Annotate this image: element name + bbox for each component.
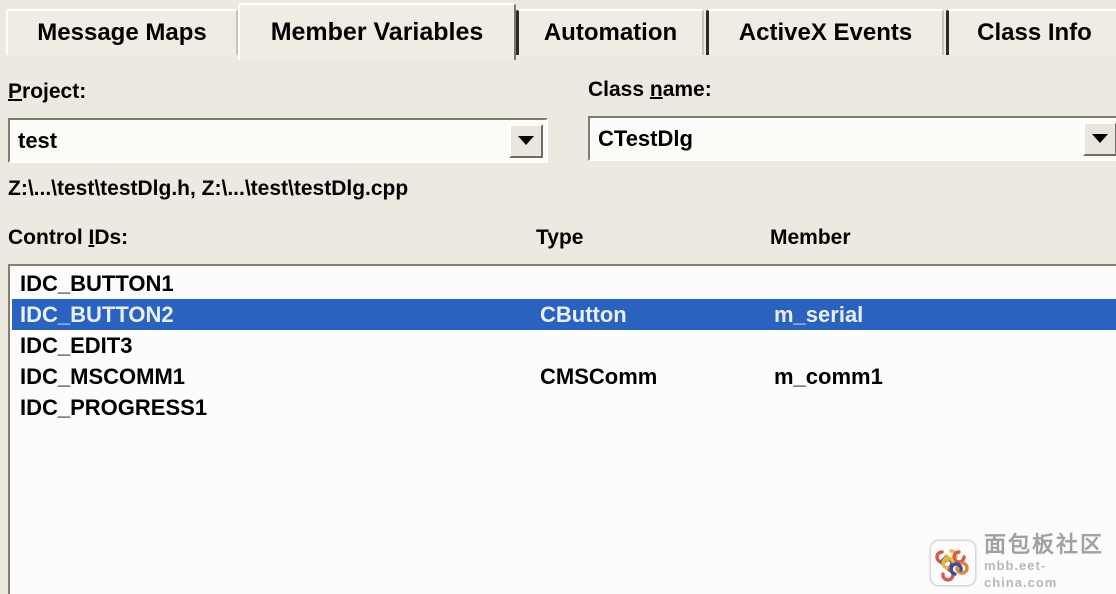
table-row[interactable]: IDC_PROGRESS1 <box>12 392 1116 423</box>
column-header-control-ids: Control IDs: <box>8 226 128 250</box>
cell-control-id: IDC_BUTTON1 <box>20 270 174 296</box>
tab-automation-label: Automation <box>543 19 678 46</box>
tab-strip-baseline <box>0 55 1116 57</box>
class-name-label: Class name: <box>588 78 712 102</box>
cell-control-id: IDC_BUTTON2 <box>20 301 174 327</box>
class-name-label-accelerator: n <box>649 78 663 101</box>
project-combobox-value: test <box>18 127 58 153</box>
tab-class-info[interactable]: Class Info <box>946 9 1116 55</box>
project-combobox[interactable]: test <box>8 118 548 163</box>
tab-automation[interactable]: Automation <box>516 9 704 55</box>
project-label-accelerator: P <box>8 80 23 103</box>
column-header-member: Member <box>770 226 851 249</box>
column-header-type: Type <box>536 226 584 249</box>
cell-member: m_serial <box>774 301 864 327</box>
cell-control-id: IDC_PROGRESS1 <box>20 394 208 420</box>
cell-control-id: IDC_MSCOMM1 <box>20 363 186 389</box>
tab-message-maps[interactable]: Message Maps <box>6 9 238 55</box>
chevron-down-icon <box>1092 134 1108 143</box>
source-file-paths: Z:\...\test\testDlg.h, Z:\...\test\testD… <box>8 177 409 200</box>
cell-control-id: IDC_EDIT3 <box>20 332 133 358</box>
cell-member: m_comm1 <box>774 363 883 389</box>
chevron-down-icon <box>518 136 534 145</box>
tab-activex-events[interactable]: ActiveX Events <box>706 9 944 55</box>
cell-type: CButton <box>540 301 627 327</box>
class-name-label-rest: ame: <box>662 78 712 101</box>
table-row[interactable]: IDC_BUTTON2 CButton m_serial <box>12 299 1116 330</box>
cell-type: CMSComm <box>540 363 658 389</box>
tab-activex-events-label: ActiveX Events <box>738 19 913 46</box>
project-label-rest: roject: <box>22 80 87 103</box>
control-ids-listbox[interactable]: IDC_BUTTON1 IDC_BUTTON2 CButton m_serial IDC… <box>8 264 1116 594</box>
project-combobox-dropdown-button[interactable] <box>509 123 543 158</box>
table-row[interactable]: IDC_BUTTON1 <box>12 268 1116 299</box>
tab-member-variables[interactable]: Member Variables <box>238 3 516 60</box>
control-ids-listbox-inner: IDC_BUTTON1 IDC_BUTTON2 CButton m_serial IDC… <box>12 268 1116 594</box>
classwizard-dialog: Message Maps Member Variables Automation… <box>0 0 1116 594</box>
project-label: Project: <box>8 80 86 104</box>
tab-member-variables-label: Member Variables <box>270 18 484 46</box>
tab-strip: Message Maps Member Variables Automation… <box>0 0 1116 60</box>
class-name-label-prefix: Class <box>588 78 650 101</box>
class-name-combobox-value: CTestDlg <box>598 125 693 151</box>
tab-class-info-label: Class Info <box>977 19 1092 46</box>
table-row[interactable]: IDC_EDIT3 <box>12 330 1116 361</box>
class-name-combobox-dropdown-button[interactable] <box>1083 121 1116 156</box>
class-name-combobox[interactable]: CTestDlg <box>588 116 1116 161</box>
control-ids-prefix: Control <box>8 226 89 249</box>
tab-message-maps-label: Message Maps <box>37 19 207 46</box>
table-row[interactable]: IDC_MSCOMM1 CMSComm m_comm1 <box>12 361 1116 392</box>
control-ids-rest: Ds: <box>94 226 129 249</box>
